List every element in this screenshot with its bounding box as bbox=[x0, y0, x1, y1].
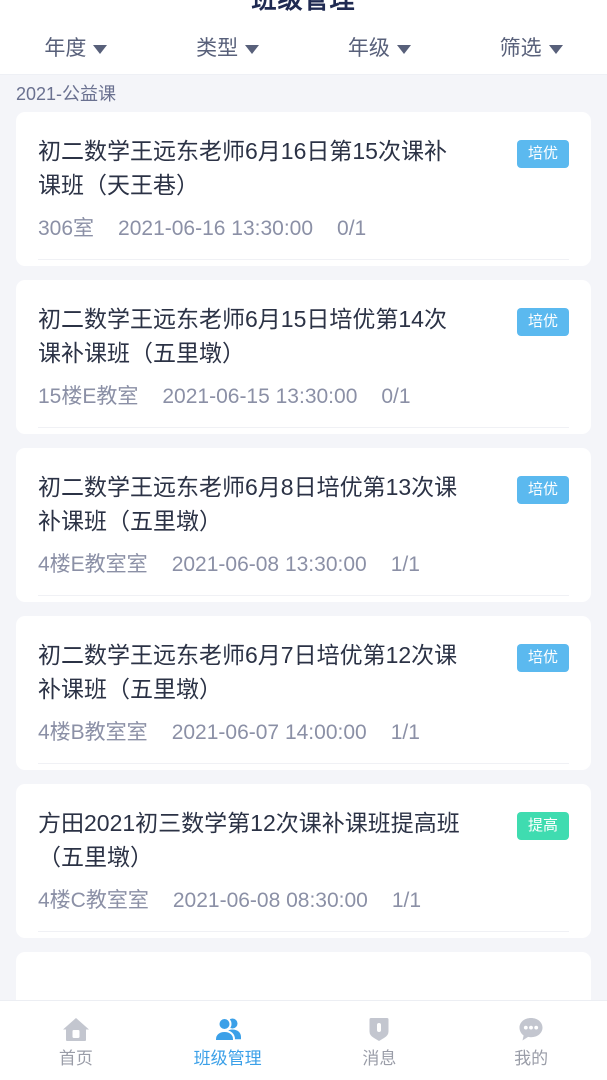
card-spacer bbox=[38, 596, 569, 602]
app-header: 班级管理 bbox=[0, 0, 607, 22]
tab-label: 班级管理 bbox=[193, 1049, 262, 1068]
chat-dots-icon bbox=[519, 1018, 543, 1041]
card-header: 初二数学王远东老师6月7日培优第12次课补课班（五里墩） 培优 bbox=[38, 638, 569, 706]
class-meta: 4楼B教室室 2021-06-07 14:00:00 1/1 bbox=[38, 706, 569, 764]
filter-2[interactable]: 类型 bbox=[152, 38, 304, 59]
class-room: 306室 bbox=[38, 217, 95, 240]
class-datetime: 2021-06-16 13:30:00 bbox=[118, 217, 314, 240]
class-card[interactable] bbox=[16, 952, 591, 1000]
class-card[interactable]: 方田2021初三数学第12次课补课班提高班（五里墩） 提高 4楼C教室室 2021-0… bbox=[16, 784, 591, 938]
class-type-badge: 提高 bbox=[516, 812, 569, 840]
class-datetime: 2021-06-15 13:30:00 bbox=[162, 385, 358, 408]
card-spacer bbox=[38, 260, 569, 266]
class-title: 方田2021初三数学第12次课补课班提高班（五里墩） bbox=[38, 810, 460, 870]
class-datetime: 2021-06-07 14:00:00 bbox=[171, 721, 367, 744]
message-icon bbox=[369, 1018, 389, 1041]
class-room: 4楼E教室室 bbox=[38, 553, 148, 576]
class-card[interactable]: 初二数学王远东老师6月16日第15次课补课班（天王巷） 培优 306室 2021-06… bbox=[16, 112, 591, 266]
class-title: 初二数学王远东老师6月16日第15次课补课班（天王巷） bbox=[38, 138, 447, 198]
class-type-badge: 培优 bbox=[516, 476, 569, 504]
class-title: 初二数学王远东老师6月15日培优第14次课补课班（五里墩） bbox=[38, 306, 447, 366]
filter-4[interactable]: 筛选 bbox=[455, 38, 607, 59]
filter-3[interactable]: 年级 bbox=[304, 38, 456, 59]
class-enrollment: 1/1 bbox=[390, 553, 420, 576]
class-card[interactable]: 初二数学王远东老师6月15日培优第14次课补课班（五里墩） 培优 15楼E教室 202… bbox=[16, 280, 591, 434]
class-list[interactable]: 初二数学王远东老师6月16日第15次课补课班（天王巷） 培优 306室 2021-06… bbox=[0, 112, 607, 1000]
class-enrollment: 0/1 bbox=[381, 385, 411, 408]
class-type-badge: 培优 bbox=[516, 308, 569, 336]
card-spacer bbox=[38, 932, 569, 938]
tab-home[interactable]: 首页 bbox=[0, 1014, 152, 1067]
class-room: 4楼B教室室 bbox=[38, 721, 148, 744]
class-meta: 306室 2021-06-16 13:30:00 0/1 bbox=[38, 202, 569, 260]
section-label: 2021-公益课 bbox=[0, 76, 607, 112]
class-enrollment: 1/1 bbox=[391, 889, 422, 912]
card-spacer bbox=[38, 428, 569, 434]
class-type-badge: 培优 bbox=[516, 140, 569, 168]
chevron-down-icon bbox=[245, 44, 260, 54]
tab-label: 首页 bbox=[58, 1049, 93, 1068]
class-card[interactable]: 初二数学王远东老师6月8日培优第13次课补课班（五里墩） 培优 4楼E教室室 2021… bbox=[16, 448, 591, 602]
chevron-down-icon bbox=[93, 44, 108, 54]
class-enrollment: 0/1 bbox=[337, 217, 367, 240]
filter-label: 年度 bbox=[44, 36, 87, 60]
tab-label: 我的 bbox=[514, 1049, 549, 1068]
class-meta: 15楼E教室 2021-06-15 13:30:00 0/1 bbox=[38, 370, 569, 428]
class-type-badge: 培优 bbox=[516, 644, 569, 672]
filter-label: 类型 bbox=[196, 36, 239, 60]
chevron-down-icon bbox=[548, 44, 563, 54]
class-room: 15楼E教室 bbox=[38, 385, 139, 408]
class-meta: 4楼C教室室 2021-06-08 08:30:00 1/1 bbox=[38, 874, 569, 932]
class-room: 4楼C教室室 bbox=[38, 889, 149, 912]
bottom-tab-bar: 首页 班级管理 消息 我的 bbox=[0, 1000, 607, 1080]
page-title: 班级管理 bbox=[251, 0, 355, 13]
tab-label: 消息 bbox=[362, 1049, 397, 1068]
class-title: 初二数学王远东老师6月7日培优第12次课补课班（五里墩） bbox=[38, 642, 458, 702]
people-icon bbox=[213, 1017, 241, 1042]
card-header: 方田2021初三数学第12次课补课班提高班（五里墩） 提高 bbox=[38, 806, 569, 874]
class-datetime: 2021-06-08 13:30:00 bbox=[171, 553, 367, 576]
section-label-text: 2021-公益课 bbox=[16, 84, 117, 104]
filter-label: 筛选 bbox=[499, 36, 542, 60]
class-meta: 4楼E教室室 2021-06-08 13:30:00 1/1 bbox=[38, 538, 569, 596]
tab-message[interactable]: 消息 bbox=[304, 1014, 456, 1067]
card-header: 初二数学王远东老师6月16日第15次课补课班（天王巷） 培优 bbox=[38, 134, 569, 202]
class-datetime: 2021-06-08 08:30:00 bbox=[172, 889, 368, 912]
home-icon bbox=[62, 1018, 89, 1041]
card-header: 初二数学王远东老师6月8日培优第13次课补课班（五里墩） 培优 bbox=[38, 470, 569, 538]
tab-people[interactable]: 班级管理 bbox=[152, 1014, 304, 1067]
card-header: 初二数学王远东老师6月15日培优第14次课补课班（五里墩） 培优 bbox=[38, 302, 569, 370]
chevron-down-icon bbox=[396, 44, 411, 54]
class-title: 初二数学王远东老师6月8日培优第13次课补课班（五里墩） bbox=[38, 474, 458, 534]
filter-1[interactable]: 年度 bbox=[0, 38, 152, 59]
class-enrollment: 1/1 bbox=[390, 721, 420, 744]
class-card[interactable]: 初二数学王远东老师6月7日培优第12次课补课班（五里墩） 培优 4楼B教室室 2021… bbox=[16, 616, 591, 770]
tab-chat-dots[interactable]: 我的 bbox=[455, 1014, 607, 1067]
filter-label: 年级 bbox=[347, 36, 390, 60]
class-management-screen: 班级管理 年度 类型 年级 筛选 2021-公益课 初二数学王远东老师6月16日第15… bbox=[0, 0, 607, 1080]
card-spacer bbox=[38, 764, 569, 770]
filter-bar: 年度 类型 年级 筛选 bbox=[0, 22, 607, 75]
